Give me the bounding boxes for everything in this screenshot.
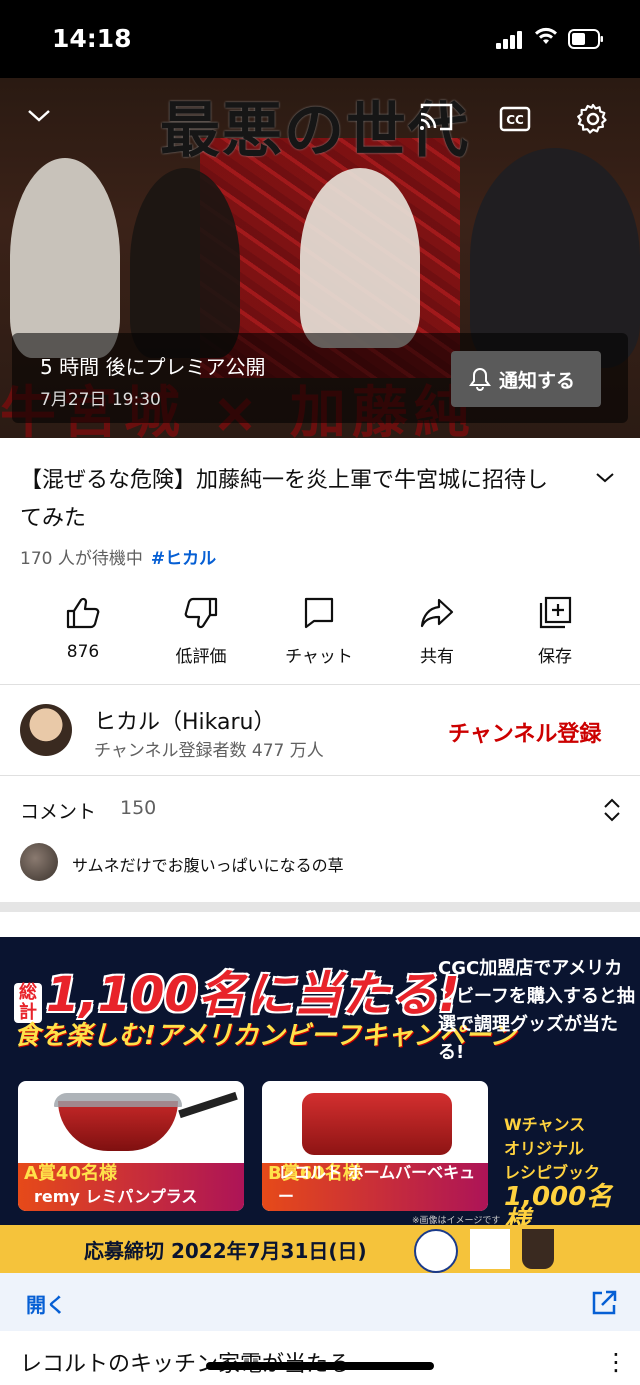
save-button[interactable]: 保存 xyxy=(500,596,610,667)
add-to-playlist-icon xyxy=(539,596,572,629)
home-indicator xyxy=(206,1362,434,1370)
status-time: 14:18 xyxy=(52,24,132,53)
prize-a-name: remy レミパンプラス xyxy=(34,1187,198,1206)
notify-label: 通知する xyxy=(499,370,576,392)
status-bar: 14:18 xyxy=(0,0,640,78)
like-button[interactable]: 876 xyxy=(28,596,138,662)
subscriber-count: チャンネル登録者数 477 万人 xyxy=(94,741,324,761)
hashtag-link[interactable]: #ヒカル xyxy=(151,549,216,569)
ad-banner[interactable]: 総計 1,100名に当たる! 食を楽しむ!アメリカンビーフキャンペーン CGC加… xyxy=(0,937,640,1273)
us-beef-logo-icon xyxy=(470,1229,510,1269)
bell-icon xyxy=(469,367,491,391)
frying-pan-image xyxy=(58,1101,178,1151)
channel-name[interactable]: ヒカル（Hikaru） xyxy=(94,704,275,736)
battery-icon xyxy=(568,29,603,49)
comment-preview[interactable]: サムネだけでお腹いっぱいになるの草 xyxy=(72,852,344,876)
prize-a-card: A賞40名様 remy レミパンプラス xyxy=(18,1081,244,1211)
premiere-datetime: 7月27日 19:30 xyxy=(40,390,161,410)
beef-badge-icon xyxy=(522,1229,554,1269)
prize-a-rank: A賞40名様 xyxy=(24,1163,117,1184)
ad-deadline: 応募締切 2022年7月31日(日) xyxy=(84,1239,367,1263)
thumbnail-person xyxy=(300,168,420,348)
waiting-count: 170 人が待機中 xyxy=(20,549,143,569)
ad-deadline-bar: 応募締切 2022年7月31日(日) xyxy=(0,1225,640,1273)
svg-text:CC: CC xyxy=(506,113,524,127)
subscribe-button[interactable]: チャンネル登録 xyxy=(448,716,601,748)
share-icon xyxy=(420,598,454,628)
video-meta: 170 人が待機中 #ヒカル xyxy=(20,544,216,569)
w-chance-line: オリジナル xyxy=(504,1139,585,1158)
premiere-countdown: 5 時間 後にプレミア公開 xyxy=(40,355,266,379)
ad-open-bar[interactable]: 開く xyxy=(0,1273,640,1331)
thumbs-up-icon xyxy=(66,597,100,629)
settings-gear-icon[interactable] xyxy=(576,102,610,136)
dislike-button[interactable]: 低評価 xyxy=(146,596,256,667)
thumbs-down-icon xyxy=(184,597,218,629)
share-button[interactable]: 共有 xyxy=(382,596,492,667)
chat-button[interactable]: チャット xyxy=(264,596,374,667)
section-gap xyxy=(0,902,640,912)
usda-logo-icon xyxy=(414,1229,458,1273)
prize-b-card: B賞60名様 レコルト ホームバーベキュー xyxy=(262,1081,488,1211)
channel-avatar[interactable] xyxy=(20,704,72,756)
premiere-overlay: 5 時間 後にプレミア公開 7月27日 19:30 通知する xyxy=(12,333,628,423)
cast-icon[interactable] xyxy=(418,102,454,132)
more-options-icon[interactable]: ⋮ xyxy=(604,1348,628,1376)
signal-icon xyxy=(496,31,524,49)
ad-side-text: CGC加盟店でアメリカンビーフを購入すると抽選で調理グッズが当たる! xyxy=(438,958,635,1063)
commenter-avatar xyxy=(20,843,58,881)
thumbnail-person xyxy=(10,158,120,358)
w-chance-line: Wチャンス xyxy=(504,1115,586,1134)
video-title[interactable]: 【混ぜるな危険】加藤純一を炎上軍で牛宮城に招待してみた xyxy=(20,462,560,538)
captions-icon[interactable]: CC xyxy=(499,106,531,132)
w-chance-text: Wチャンス オリジナル レシピブック 1,000名様 xyxy=(504,1113,634,1234)
dislike-label: 低評価 xyxy=(175,647,227,667)
pan-lid-image xyxy=(54,1093,182,1107)
comments-count: 150 xyxy=(120,797,157,819)
external-link-icon[interactable] xyxy=(590,1289,618,1317)
video-player[interactable]: 最悪の世代 牛宮城 × 加藤純 CC 5 時間 後にプレミア公開 7月27日 1… xyxy=(0,78,640,438)
chat-icon xyxy=(304,597,334,629)
share-label: 共有 xyxy=(420,647,454,667)
expand-comments-icon[interactable] xyxy=(601,797,623,823)
like-count: 876 xyxy=(66,642,100,662)
divider xyxy=(0,775,640,776)
chevron-down-icon[interactable] xyxy=(594,470,616,486)
pan-handle-image xyxy=(178,1091,238,1119)
comments-title[interactable]: コメント xyxy=(20,797,96,824)
save-label: 保存 xyxy=(538,647,572,667)
grill-image xyxy=(302,1093,452,1155)
notify-button[interactable]: 通知する xyxy=(451,351,601,407)
prize-b-name: レコルト ホームバーベキュー xyxy=(278,1163,476,1206)
collapse-icon[interactable] xyxy=(26,108,52,124)
open-link[interactable]: 開く xyxy=(26,1289,66,1318)
chat-label: チャット xyxy=(285,647,353,667)
thumbnail-person xyxy=(130,168,240,358)
wifi-icon xyxy=(535,27,557,44)
divider xyxy=(0,684,640,685)
